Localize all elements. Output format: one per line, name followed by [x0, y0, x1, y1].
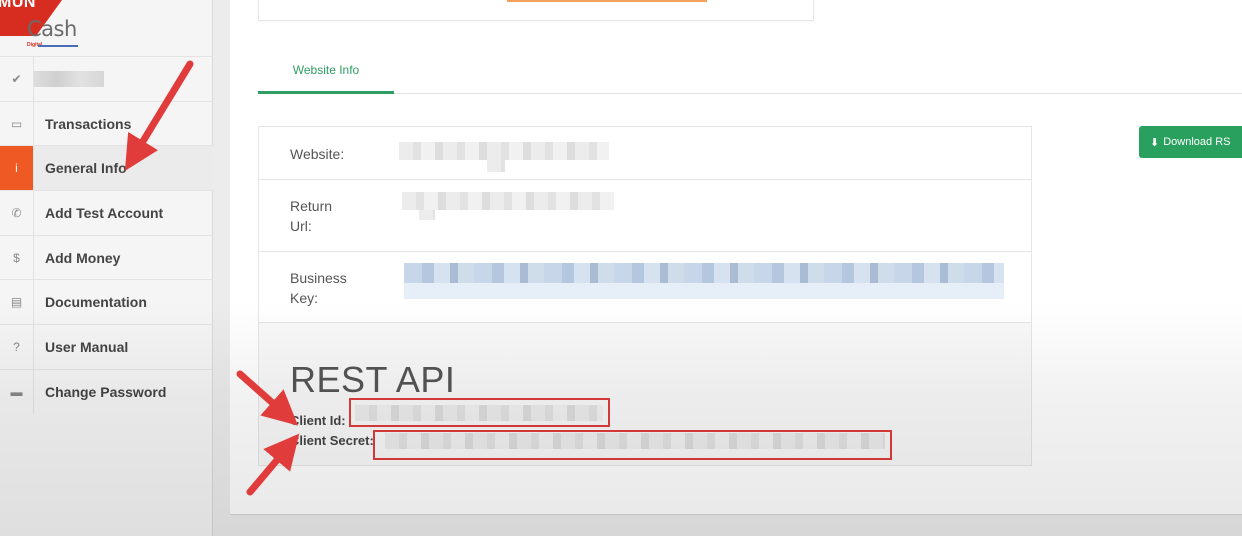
- business-key-label-2: Key:: [290, 290, 319, 306]
- website-label: Website:: [290, 146, 345, 162]
- sidebar-item-user-manual[interactable]: ? User Manual: [0, 324, 213, 369]
- business-key-value-redacted-2: [404, 283, 1004, 299]
- dollar-icon: $: [0, 235, 34, 280]
- sidebar-item-label: Documentation: [45, 294, 147, 311]
- website-value-redacted-2: [487, 160, 505, 172]
- logo: MUN Cash Digital: [0, 0, 213, 56]
- info-icon: i: [0, 146, 34, 191]
- sidebar-nav: ✔ ▭ Transactions i General Info ✆ Add Te…: [0, 56, 213, 414]
- sidebar-item-label: User Manual: [45, 338, 129, 355]
- check-icon: ✔: [0, 57, 34, 101]
- download-button-label: Download RS: [1163, 136, 1231, 148]
- logo-top-text: MUN: [0, 0, 36, 11]
- rest-api-title: REST API: [290, 359, 456, 400]
- download-icon: ⬇: [1150, 136, 1160, 149]
- sidebar-item-documentation[interactable]: ▤ Documentation: [0, 279, 213, 325]
- website-value-redacted: [399, 142, 609, 160]
- return-url-label-2: Url:: [290, 218, 312, 234]
- top-card-button[interactable]: [507, 0, 707, 2]
- book-icon: ▤: [0, 280, 34, 325]
- logo-underline: [38, 45, 78, 47]
- row-business-key: Business Key:: [258, 251, 1032, 323]
- sidebar-item-label: Add Money: [45, 249, 121, 266]
- tab-bar: Website Info: [258, 48, 1242, 94]
- tab-website-info[interactable]: Website Info: [258, 48, 394, 94]
- sidebar-item-user[interactable]: ✔: [0, 56, 213, 101]
- sidebar-item-label: Transactions: [45, 115, 132, 132]
- return-url-value-redacted: [402, 192, 614, 210]
- business-key-label-1: Business: [290, 270, 347, 286]
- return-url-label-1: Return: [290, 198, 333, 214]
- sidebar-item-label: Change Password: [45, 383, 167, 400]
- sidebar-item-general-info[interactable]: i General Info: [0, 145, 213, 191]
- logo-brand: Cash: [27, 17, 77, 41]
- website-info-table: Website: Return Url: Business Key:: [258, 126, 1032, 323]
- row-website: Website:: [258, 126, 1032, 179]
- sidebar-item-change-password[interactable]: ▬ Change Password: [0, 368, 213, 414]
- return-url-value-redacted-2: [419, 210, 435, 220]
- client-secret-label: Client Secret:: [290, 433, 374, 448]
- sidebar-item-add-money[interactable]: $ Add Money: [0, 234, 213, 280]
- sidebar-item-transactions[interactable]: ▭ Transactions: [0, 100, 213, 146]
- row-return-url: Return Url:: [258, 179, 1032, 251]
- client-id-label: Client Id:: [290, 413, 346, 428]
- phone-icon: ✆: [0, 191, 34, 235]
- sidebar: MUN Cash Digital ✔ ▭ Transactions i Gene…: [0, 0, 213, 536]
- sidebar-item-label: Add Test Account: [45, 204, 164, 221]
- download-button[interactable]: ⬇ Download RS: [1139, 126, 1242, 158]
- client-id-highlight-box: [349, 398, 610, 427]
- sidebar-item-add-test-account[interactable]: ✆ Add Test Account: [0, 190, 213, 235]
- question-icon: ?: [0, 325, 34, 369]
- sidebar-item-label: General Info: [45, 160, 127, 177]
- username-redacted: [34, 70, 104, 87]
- top-card: [258, 0, 814, 21]
- money-icon: ▭: [0, 101, 34, 146]
- business-key-value-redacted: [404, 263, 1004, 283]
- client-secret-highlight-box: [373, 430, 892, 460]
- briefcase-icon: ▬: [0, 369, 34, 414]
